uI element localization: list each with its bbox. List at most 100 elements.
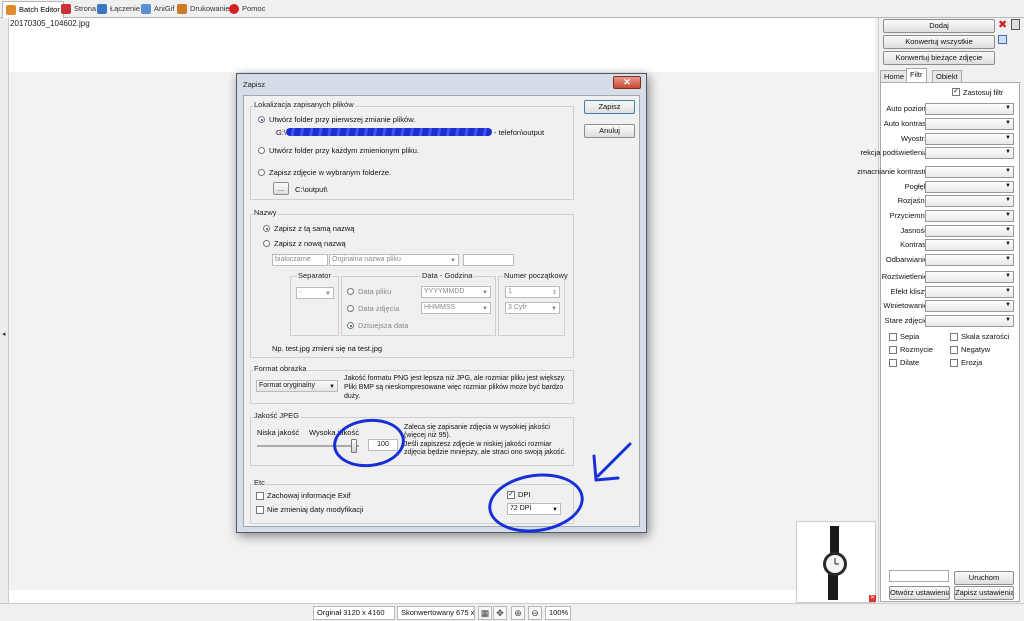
spinner-icon[interactable]: ⇕ xyxy=(552,288,557,297)
tab-anigif[interactable]: AniGif xyxy=(138,1,177,17)
filter-dropdown[interactable]: ▼ xyxy=(925,271,1014,283)
format-title: Format obrazka xyxy=(253,364,308,373)
filter-label: Wyostrz xyxy=(900,134,928,143)
filter-dropdown[interactable]: ▼ xyxy=(925,286,1014,298)
filter-dropdown[interactable]: ▼ xyxy=(925,147,1014,159)
name-template-select[interactable]: Orginalna nazwa pliku ▼ xyxy=(329,254,459,266)
apply-filter-checkbox[interactable]: ✓ xyxy=(952,88,960,96)
effect-checkbox[interactable] xyxy=(950,333,958,341)
location-radio-first[interactable] xyxy=(258,116,265,123)
filter-dropdown[interactable]: ▼ xyxy=(925,225,1014,237)
close-icon[interactable]: ✕ xyxy=(623,77,631,87)
effect-checkbox[interactable] xyxy=(950,359,958,367)
convert-all-button[interactable]: Konwertuj wszystkie xyxy=(883,35,995,49)
chevron-down-icon: ▼ xyxy=(1005,227,1011,233)
time-format-value: HHMMSS xyxy=(424,304,456,311)
chevron-down-icon: ▼ xyxy=(1005,105,1011,111)
save-settings-button[interactable]: Zapisz ustawienia xyxy=(954,586,1014,600)
filter-dropdown[interactable]: ▼ xyxy=(925,103,1014,115)
date-photo-radio[interactable] xyxy=(347,305,354,312)
keep-date-checkbox[interactable] xyxy=(256,506,264,514)
filter-dropdown[interactable]: ▼ xyxy=(925,181,1014,193)
effect-checkbox[interactable] xyxy=(889,333,897,341)
name-prefix-field[interactable]: bialoczarne xyxy=(272,254,328,266)
effect-label: Skala szarości xyxy=(961,332,1010,341)
chevron-down-icon: ▼ xyxy=(1005,273,1011,279)
location-radio-each[interactable] xyxy=(258,147,265,154)
checker-icon[interactable]: ▦ xyxy=(478,606,492,620)
effect-checkbox[interactable] xyxy=(889,359,897,367)
filter-dropdown[interactable]: ▼ xyxy=(925,166,1014,178)
delete-icon[interactable]: ✖ xyxy=(998,19,1007,31)
format-select[interactable]: Format oryginalny ▼ xyxy=(256,380,338,392)
chevron-down-icon: ▼ xyxy=(329,384,335,390)
start-number-value: 1 xyxy=(508,288,512,295)
list-settings-icon[interactable] xyxy=(998,35,1007,44)
same-name-label: Zapisz z tą samą nazwą xyxy=(274,224,355,233)
chevron-down-icon: ▼ xyxy=(551,306,557,312)
collapse-arrow-icon[interactable]: ◂ xyxy=(2,330,6,338)
start-number-stepper[interactable]: 1 ⇕ xyxy=(505,286,560,298)
filter-dropdown[interactable]: ▼ xyxy=(925,300,1014,312)
fit-icon[interactable]: ✥ xyxy=(493,606,507,620)
run-button[interactable]: Uruchom xyxy=(954,571,1014,585)
close-button[interactable]: ✕ xyxy=(613,76,641,89)
zoom-in-icon[interactable]: ⊕ xyxy=(511,606,525,620)
keep-exif-checkbox[interactable] xyxy=(256,492,264,500)
filter-name-input[interactable] xyxy=(889,570,949,582)
save-button[interactable]: Zapisz xyxy=(584,100,635,114)
new-name-radio[interactable] xyxy=(263,240,270,247)
quality-note-low: Jeśli zapiszesz zdjęcie w niskiej jakośc… xyxy=(404,441,567,456)
chevron-down-icon: ▼ xyxy=(1005,317,1011,323)
tab-batch-editor[interactable]: Batch Editor xyxy=(2,1,64,18)
filter-dropdown[interactable]: ▼ xyxy=(925,239,1014,251)
keep-exif-label: Zachowaj informacje Exif xyxy=(267,491,351,500)
location-option-each: Utwórz folder przy każdym zmienionym pli… xyxy=(269,146,420,155)
file-list-item[interactable]: 20170305_104602.jpg xyxy=(10,19,90,28)
effect-checkbox[interactable] xyxy=(950,346,958,354)
filter-label: Stare zdjęcie xyxy=(884,316,928,325)
time-format-select[interactable]: HHMMSS ▼ xyxy=(421,302,491,314)
filter-label: Auto poziom xyxy=(886,104,928,113)
filter-dropdown[interactable]: ▼ xyxy=(925,315,1014,327)
convert-current-button[interactable]: Konwertuj bieżące zdjęcie xyxy=(883,51,995,65)
tab-drukowanie[interactable]: Drukowanie xyxy=(174,1,233,17)
open-settings-button[interactable]: Otwórz ustawienia xyxy=(889,586,950,600)
dialog-title: Zapisz xyxy=(243,80,266,89)
anigif-icon xyxy=(141,4,151,14)
trash-icon[interactable] xyxy=(1011,19,1020,30)
new-name-label: Zapisz z nową nazwą xyxy=(274,239,346,248)
filter-dropdown[interactable]: ▼ xyxy=(925,195,1014,207)
tab-pomoc[interactable]: Pomoc xyxy=(226,1,268,17)
filter-label: Jasność xyxy=(900,226,928,235)
date-format-select[interactable]: YYYYMMDD ▼ xyxy=(421,286,491,298)
zoom-out-icon[interactable]: ⊖ xyxy=(528,606,542,620)
filter-dropdown[interactable]: ▼ xyxy=(925,133,1014,145)
help-icon xyxy=(229,4,239,14)
location-radio-folder[interactable] xyxy=(258,169,265,176)
effect-checkbox[interactable] xyxy=(889,346,897,354)
name-suffix-field[interactable] xyxy=(463,254,514,266)
date-file-radio[interactable] xyxy=(347,288,354,295)
filter-dropdown[interactable]: ▼ xyxy=(925,210,1014,222)
collapse-strip[interactable]: ◂ xyxy=(0,18,9,603)
combine-icon xyxy=(97,4,107,14)
effect-label: Rozmycie xyxy=(900,345,933,354)
tab-filtr[interactable]: Filtr xyxy=(906,68,927,83)
format-note: Jakość formatu PNG jest lepsza niż JPG, … xyxy=(344,375,566,400)
same-name-radio[interactable] xyxy=(263,225,270,232)
cancel-button[interactable]: Anuluj xyxy=(584,124,635,138)
format-value: Format oryginalny xyxy=(259,382,316,389)
browse-button[interactable]: ... xyxy=(273,182,289,195)
filter-label: Kontrast xyxy=(900,240,928,249)
remove-thumbnail-icon[interactable]: ✕ xyxy=(869,595,876,602)
add-button[interactable]: Dodaj xyxy=(883,19,995,33)
date-format-value: YYYYMMDD xyxy=(424,288,465,295)
tab-laczenie[interactable]: Łączenie xyxy=(94,1,143,17)
tab-strona[interactable]: Strona xyxy=(58,1,99,17)
filter-dropdown[interactable]: ▼ xyxy=(925,118,1014,130)
digits-select[interactable]: 3 Cyfr ▼ xyxy=(505,302,560,314)
separator-select[interactable]: - ▼ xyxy=(296,287,334,299)
filter-dropdown[interactable]: ▼ xyxy=(925,254,1014,266)
date-today-radio[interactable] xyxy=(347,322,354,329)
